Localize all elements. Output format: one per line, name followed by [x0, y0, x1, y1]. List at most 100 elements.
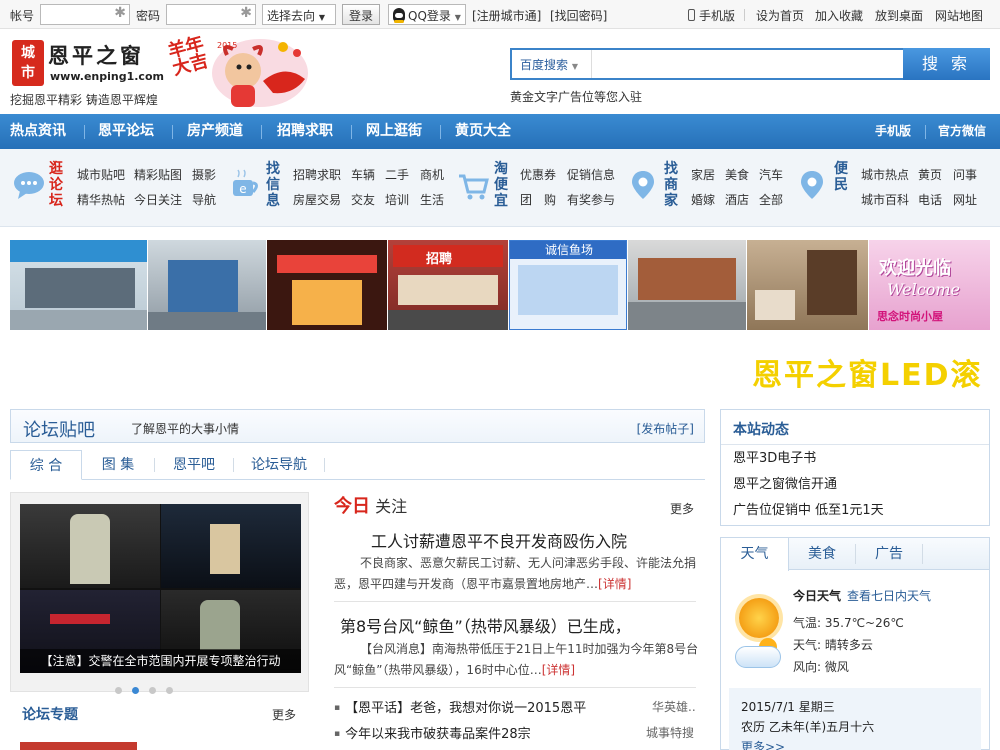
merchant-photo-1[interactable] — [10, 240, 147, 330]
search-button[interactable]: 搜 索 — [903, 48, 990, 80]
cat-link-city-wiki[interactable]: 城市百科 — [861, 191, 909, 208]
add-favorite-link[interactable]: 加入收藏 — [815, 7, 863, 24]
cat-link-life[interactable]: 生活 — [420, 191, 444, 208]
asterisk-icon: ✱ — [114, 5, 126, 21]
merchant-photo-2[interactable] — [148, 240, 266, 330]
forum-topics-more-link[interactable]: 更多 — [272, 706, 296, 723]
weather-7day-link[interactable]: 查看七日内天气 — [847, 589, 931, 603]
merchant-photo-8[interactable]: 欢迎光临 Welcome 思念时尚小屋 — [869, 240, 990, 330]
site-news-item[interactable]: 恩平3D电子书 — [733, 447, 816, 466]
site-logo[interactable]: 城市 — [12, 40, 44, 86]
slide-dot-4[interactable] — [166, 687, 173, 694]
site-news-item[interactable]: 恩平之窗微信开通 — [733, 473, 837, 492]
cat-link-essence-posts[interactable]: 精华热帖 — [77, 191, 125, 208]
cat-link-vehicles[interactable]: 车辆 — [351, 166, 375, 183]
slide-dot-2[interactable] — [132, 687, 139, 694]
list-item-source[interactable]: 华英雄.. — [652, 698, 696, 715]
cat-link-coupons[interactable]: 优惠券 — [520, 166, 556, 183]
tab-food[interactable]: 美食 — [789, 538, 855, 570]
list-item-source[interactable]: 城事特搜 — [646, 724, 694, 741]
cat-link-ask[interactable]: 问事 — [953, 166, 977, 183]
cat-link-prize[interactable]: 有奖参与 — [567, 191, 615, 208]
site-name[interactable]: 恩平之窗 — [48, 40, 144, 70]
cat-link-hotel[interactable]: 酒店 — [725, 191, 749, 208]
tab-enping-bar[interactable]: 恩平吧 — [155, 450, 233, 480]
cat-link-dating[interactable]: 交友 — [351, 191, 375, 208]
login-button[interactable]: 登录 — [342, 4, 381, 25]
direction-select[interactable]: 选择去向 ▼ — [262, 4, 336, 25]
merchant-photo-5[interactable]: 诚信鱼场 — [509, 240, 627, 330]
nav-item-mobile[interactable]: 手机版 — [875, 114, 911, 149]
post-topic-link[interactable]: [发布帖子] — [637, 420, 694, 437]
cat-link-business[interactable]: 商机 — [420, 166, 444, 183]
cat-link-group-buy[interactable]: 团 购 — [520, 191, 556, 208]
tab-gallery[interactable]: 图 集 — [82, 450, 154, 480]
qq-login-button[interactable]: QQ登录 ▼ — [388, 4, 466, 25]
cat-link-jobs[interactable]: 招聘求职 — [293, 166, 341, 183]
nav-item-yellow-pages[interactable]: 黄页大全 — [455, 114, 511, 149]
nav-item-hot-news[interactable]: 热点资讯 — [10, 114, 66, 149]
weather-more-link[interactable]: 更多>> — [741, 738, 785, 750]
search-input[interactable] — [594, 50, 904, 78]
merchant-photo-4[interactable]: 招聘 — [388, 240, 508, 330]
headline-1-detail-link[interactable]: [详情] — [598, 577, 631, 591]
headline-2[interactable]: 第8号台风“鲸鱼”（热带风暴级）已生成， — [340, 613, 631, 637]
tab-forum-nav[interactable]: 论坛导航 — [234, 450, 324, 480]
list-item[interactable]: 【恩平话】老爸，我想对你说一2015恩平 — [334, 697, 586, 716]
nav-item-wechat[interactable]: 官方微信 — [938, 114, 986, 149]
cat-link-food[interactable]: 美食 — [725, 166, 749, 183]
merchant-photo-3[interactable] — [267, 240, 387, 330]
cat-link-navigation[interactable]: 导航 — [192, 191, 216, 208]
slide-dot-1[interactable] — [115, 687, 122, 694]
cat-link-city-hot[interactable]: 城市热点 — [861, 166, 909, 183]
nav-item-jobs[interactable]: 招聘求职 — [277, 114, 333, 149]
qq-login-label: QQ登录 — [408, 9, 451, 23]
cat-link-cars[interactable]: 汽车 — [759, 166, 783, 183]
cat-link-second-hand[interactable]: 二手 — [385, 166, 409, 183]
slide-dot-3[interactable] — [149, 687, 156, 694]
headline-1[interactable]: 工人讨薪遭恩平不良开发商殴伤入院 — [371, 528, 627, 552]
recover-password-link[interactable]: [找回密码] — [550, 7, 607, 24]
merchant-photo-6[interactable] — [628, 240, 746, 330]
headline-2-detail-link[interactable]: [详情] — [542, 663, 575, 677]
cat-link-yellow-pages[interactable]: 黄页 — [918, 166, 942, 183]
tab-weather[interactable]: 天气 — [721, 538, 789, 571]
site-news-item[interactable]: 广告位促销中 低至1元1天 — [733, 499, 884, 518]
cat-link-city-bar[interactable]: 城市贴吧 — [77, 166, 125, 183]
slideshow-caption[interactable]: 【注意】交警在全市范围内开展专项整治行动 — [20, 649, 301, 673]
slideshow-image[interactable]: 【注意】交警在全市范围内开展专项整治行动 — [20, 504, 301, 673]
cat-link-today-focus[interactable]: 今日关注 — [134, 191, 182, 208]
location-pin-icon — [801, 171, 823, 199]
cat-link-all[interactable]: 全部 — [759, 191, 783, 208]
nav-item-shopping[interactable]: 网上逛街 — [366, 114, 422, 149]
cat-link-wedding[interactable]: 婚嫁 — [691, 191, 715, 208]
password-input[interactable]: ✱ — [166, 4, 256, 25]
weather-temperature: 气温: 35.7℃~26℃ — [793, 616, 904, 630]
nav-item-real-estate[interactable]: 房产频道 — [187, 114, 243, 149]
tab-ads[interactable]: 广告 — [856, 538, 922, 570]
add-to-desktop-link[interactable]: 放到桌面 — [875, 7, 923, 24]
register-link[interactable]: [注册城市通] — [472, 7, 541, 24]
set-homepage-link[interactable]: 设为首页 — [756, 7, 804, 24]
account-input[interactable]: ✱ — [40, 4, 130, 25]
cat-link-home[interactable]: 家居 — [691, 166, 715, 183]
cat-link-phone[interactable]: 电话 — [918, 191, 942, 208]
cat-link-photo-posts[interactable]: 精彩贴图 — [134, 166, 182, 183]
search-engine-select[interactable]: 百度搜索 ▼ — [512, 50, 592, 78]
tab-general[interactable]: 综 合 — [10, 450, 82, 480]
sitemap-link[interactable]: 网站地图 — [935, 7, 983, 24]
cat-link-housing[interactable]: 房屋交易 — [293, 191, 341, 208]
cat-link-websites[interactable]: 网址 — [953, 191, 977, 208]
cat-link-training[interactable]: 培训 — [385, 191, 409, 208]
mobile-link[interactable]: 手机版 — [688, 7, 735, 24]
text-ad-slot[interactable]: 黄金文字广告位等您入驻 — [510, 88, 642, 105]
cat-link-photography[interactable]: 摄影 — [192, 166, 216, 183]
photo-4-sign: 招聘 — [426, 252, 453, 267]
list-item[interactable]: 今年以来我市破获毒品案件28宗 — [334, 723, 531, 742]
merchant-photo-7[interactable] — [747, 240, 868, 330]
forum-topic-thumbnail[interactable] — [20, 742, 137, 750]
today-focus-more-link[interactable]: 更多 — [670, 500, 694, 517]
nav-item-forum[interactable]: 恩平论坛 — [98, 114, 154, 149]
cat-link-promotions[interactable]: 促销信息 — [567, 166, 615, 183]
cloud-icon — [735, 646, 781, 668]
